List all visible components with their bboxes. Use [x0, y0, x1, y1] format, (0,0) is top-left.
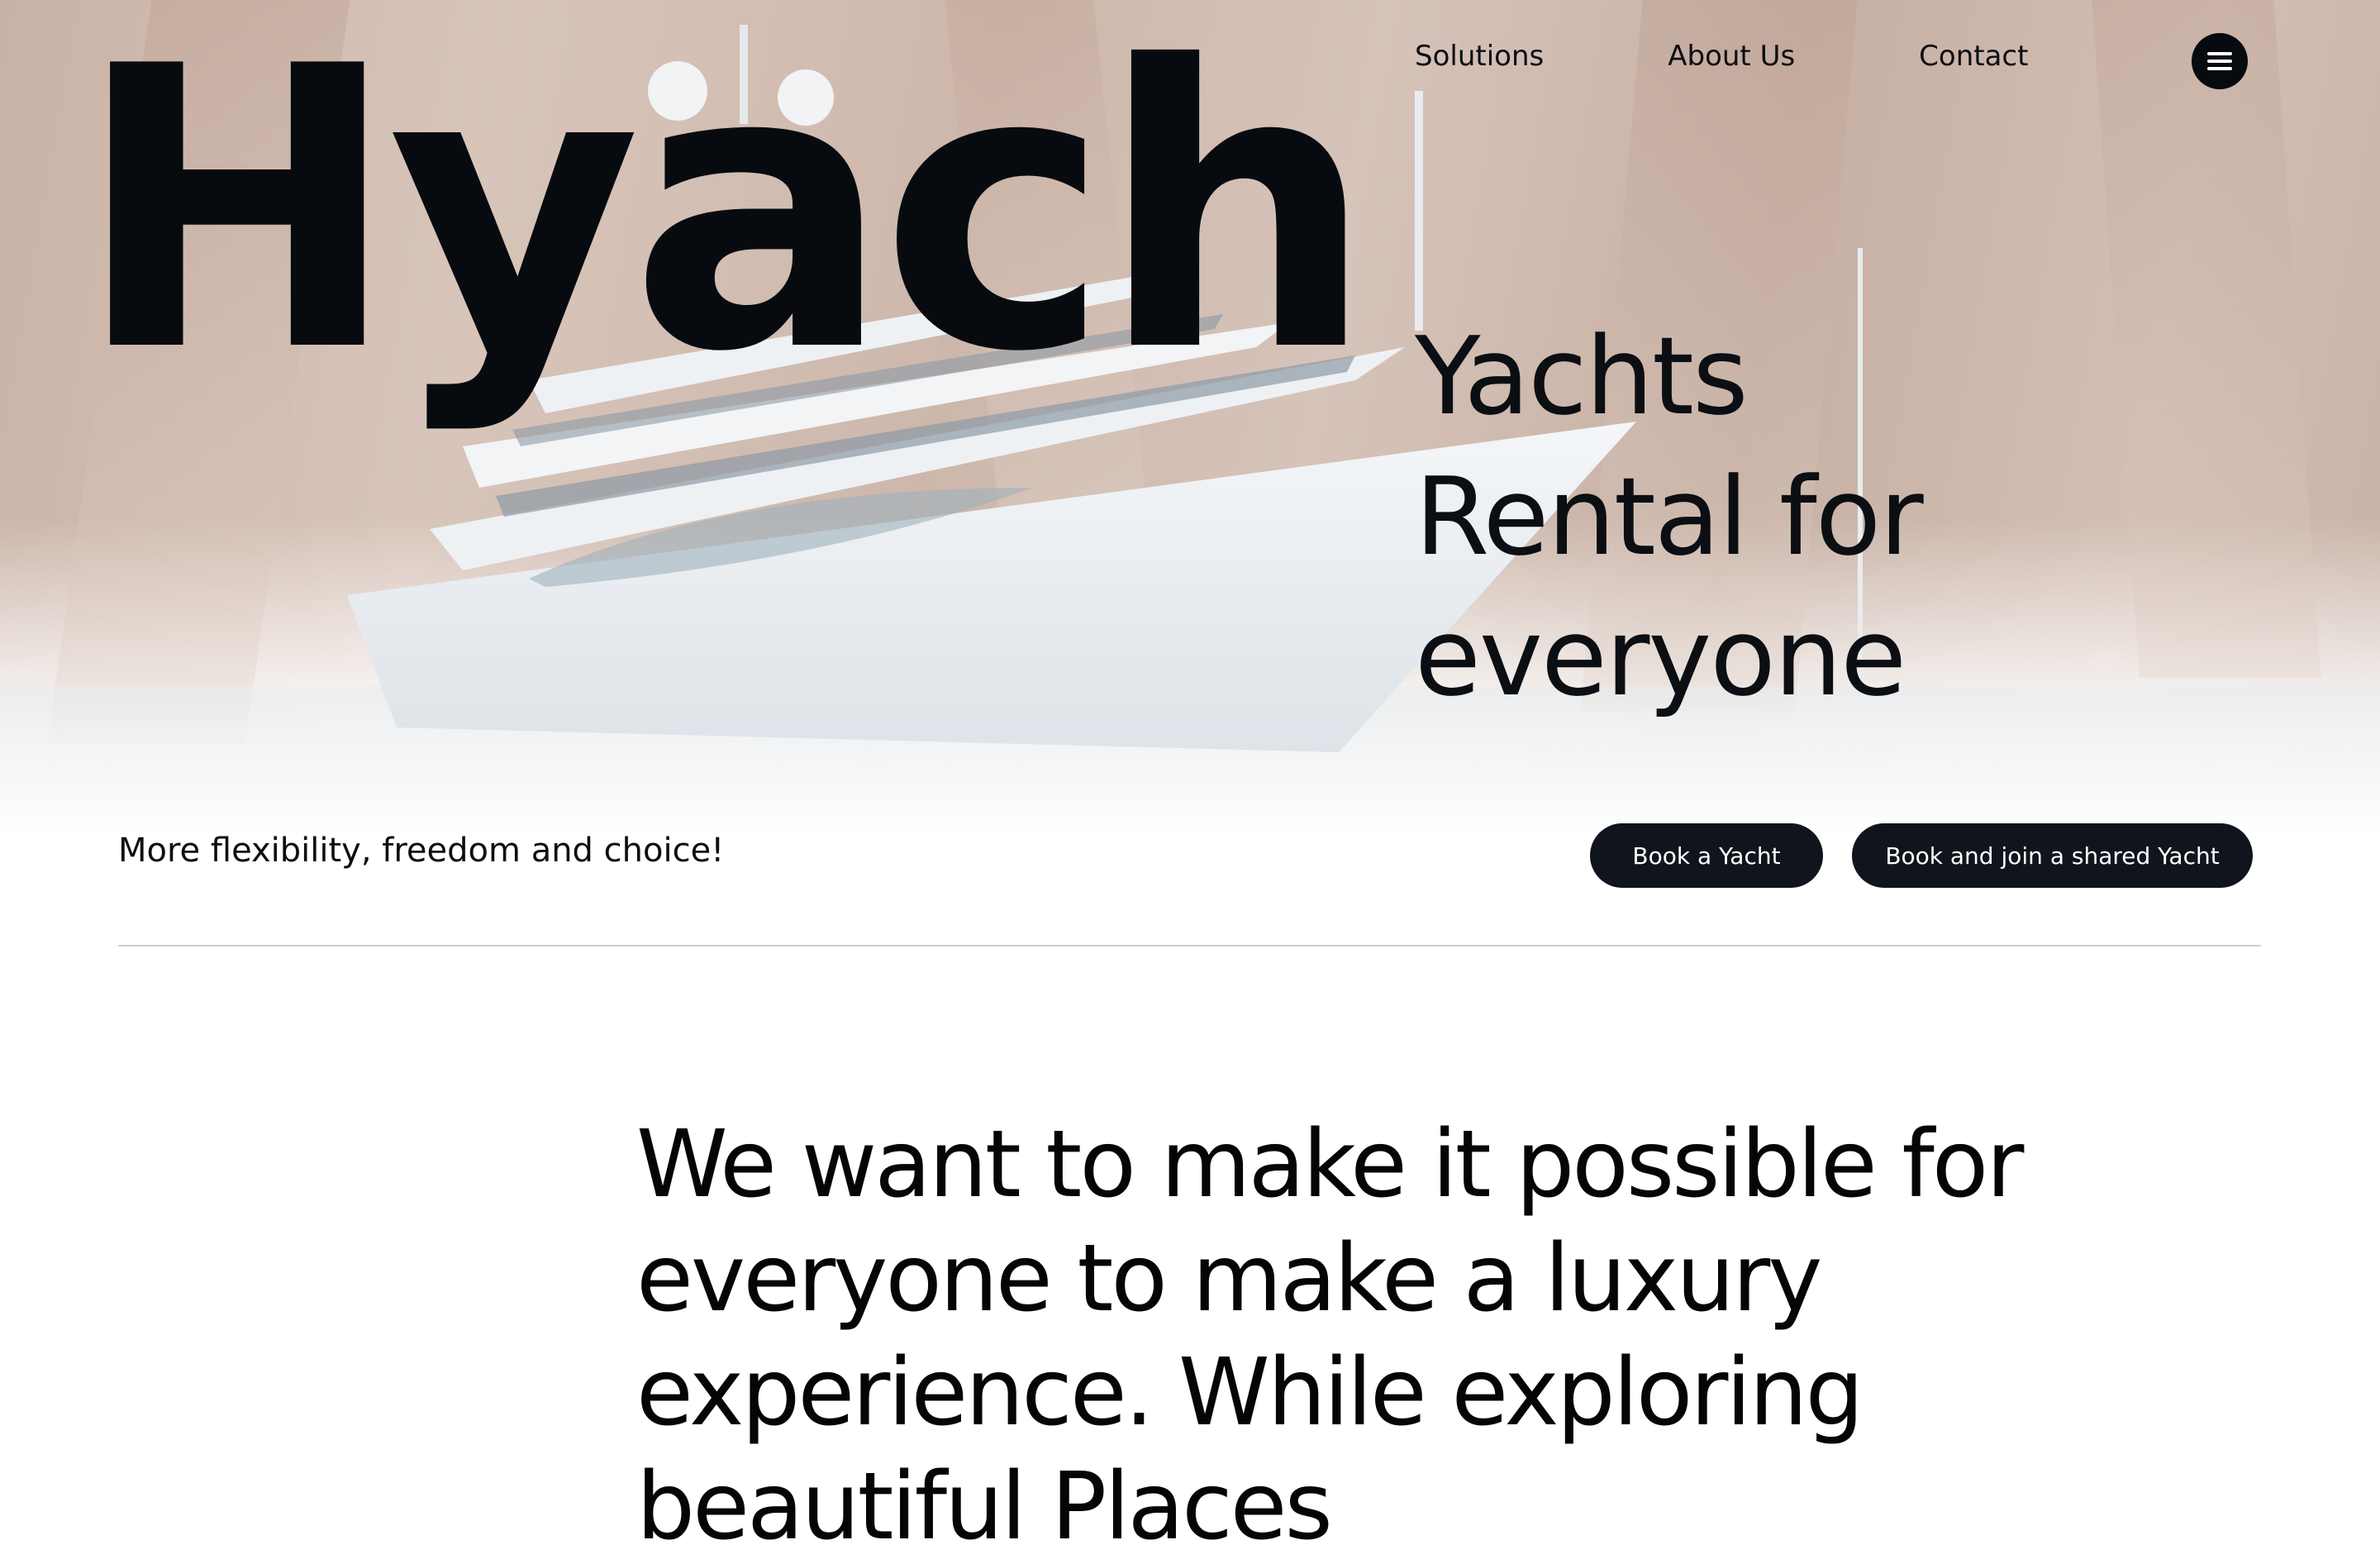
hero-section: Hyach Solutions About Us Contact Yachts … — [0, 0, 2380, 835]
nav-item-about-us[interactable]: About Us — [1668, 40, 1795, 73]
hamburger-menu-icon — [2207, 52, 2232, 70]
hero-title: Yachts Rental for everyone — [1415, 306, 1993, 727]
book-yacht-button[interactable]: Book a Yacht — [1590, 823, 1823, 888]
nav-item-contact[interactable]: Contact — [1919, 40, 2028, 73]
hero-tagline: More flexibility, freedom and choice! — [118, 832, 725, 870]
brand-logo[interactable]: Hyach — [74, 17, 1375, 405]
hero-title-line: everyone — [1415, 594, 1906, 720]
main-nav: Solutions About Us Contact — [1415, 40, 2028, 73]
menu-button[interactable] — [2192, 33, 2248, 89]
mission-statement: We want to make it possible for everyone… — [636, 1111, 2024, 1561]
book-shared-yacht-button[interactable]: Book and join a shared Yacht — [1852, 823, 2253, 888]
hero-title-line: Yachts — [1415, 313, 1749, 439]
section-divider — [118, 945, 2261, 947]
nav-item-solutions[interactable]: Solutions — [1415, 40, 1544, 73]
hero-title-line: Rental for — [1415, 454, 1924, 579]
